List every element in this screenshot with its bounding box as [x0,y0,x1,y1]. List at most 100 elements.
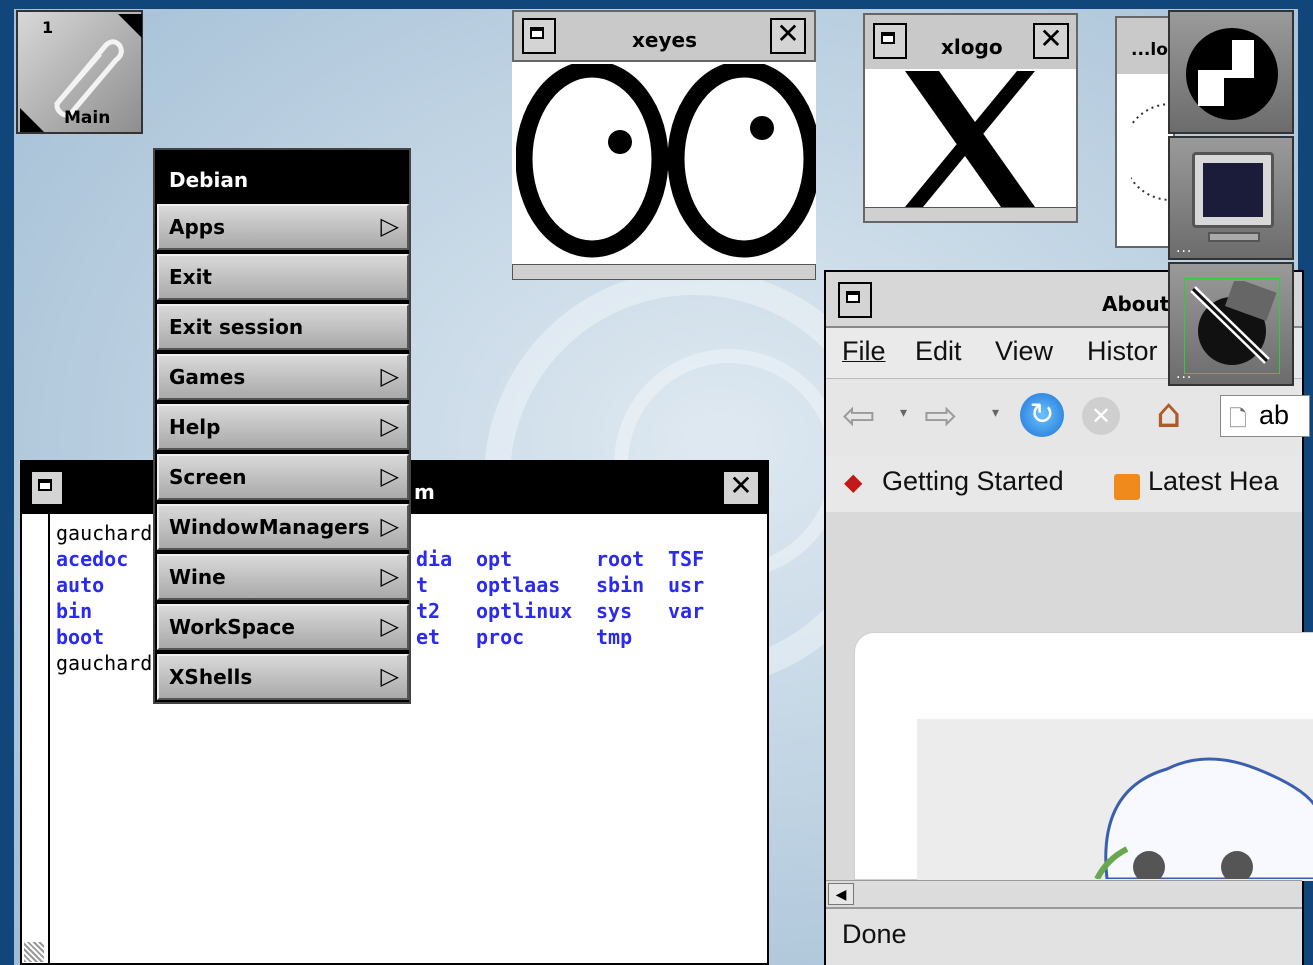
minimize-button[interactable] [873,23,907,59]
content-card [854,632,1313,881]
ls-entry: t2 [416,599,441,623]
horizontal-scrollbar[interactable]: ◀ [826,880,1302,907]
xeyes-window[interactable]: xeyes ✕ [512,10,816,280]
monitor-stand [1208,232,1260,242]
menu-item-workspace[interactable]: WorkSpace ▷ [157,604,409,650]
close-button[interactable]: ✕ [1033,23,1069,59]
ls-entry: sbin [596,573,645,597]
ls-entry: auto [56,573,105,597]
monitor-icon [1192,152,1274,228]
ls-entry: et [416,625,441,649]
menu-item-help[interactable]: Help ▷ [157,404,409,450]
menu-item-apps[interactable]: Apps ▷ [157,204,409,250]
xclock-titlebar[interactable]: ...lo [1117,18,1173,74]
menu-item-wine[interactable]: Wine ▷ [157,554,409,600]
debian-logo-icon [1186,28,1278,120]
menu-item-windowmanagers[interactable]: WindowManagers ▷ [157,504,409,550]
workspace-label: Main [64,108,111,128]
workspace-pager[interactable]: 1 Main [16,10,143,134]
window-icon [846,291,860,303]
ellipsis-icon: ... [1176,240,1193,256]
terminal-prompt: gauchard( [56,651,165,675]
menu-title: Debian [157,152,409,200]
menu-view[interactable]: View [995,336,1053,367]
scrollbar-thumb[interactable] [24,942,44,962]
reload-icon[interactable]: ↻ [1020,393,1064,437]
terminal-prompt: gauchard( [56,521,165,545]
forward-icon[interactable]: ⇨ [924,393,958,439]
xeyes-title: xeyes [632,28,697,52]
status-text: Done [842,919,907,949]
menu-item-label: Wine [169,565,226,589]
ls-entry: t [416,573,429,597]
resize-bar[interactable] [865,207,1076,221]
minimize-button[interactable] [838,282,872,318]
close-button[interactable]: ✕ [722,470,760,506]
corner-arrow-icon [20,108,44,132]
back-icon[interactable]: ⇦ [842,393,876,439]
tools-frame [1184,278,1280,374]
menu-edit[interactable]: Edit [915,336,962,367]
window-icon [530,27,544,39]
ls-entry: optlinux [476,599,573,623]
firefox-title: About [1102,292,1170,316]
terminal-scrollbar[interactable] [22,514,50,963]
xlogo-titlebar[interactable]: xlogo ✕ [865,15,1076,69]
firefox-navbar: ⇦ ▾ ⇨ ▾ ↻ ✕ ⌂ 🗋 ab [826,378,1310,458]
menu-item-label: Help [169,415,221,439]
ls-entry: acedoc [56,547,129,571]
rss-icon [1114,474,1140,500]
xlogo-title: xlogo [941,35,1003,59]
menu-item-games[interactable]: Games ▷ [157,354,409,400]
scroll-left-icon[interactable]: ◀ [828,883,854,905]
paperclip-icon [54,39,124,118]
menu-item-exit-session[interactable]: Exit session [157,304,409,350]
submenu-arrow-icon: ▷ [380,562,399,590]
ls-entry: root [596,547,645,571]
dock-tile-tools[interactable]: ... [1168,262,1294,386]
page-content [826,512,1313,881]
xclock-window[interactable]: ...lo [1115,16,1175,248]
close-button[interactable]: ✕ [770,18,806,54]
menu-item-screen[interactable]: Screen ▷ [157,454,409,500]
ellipsis-icon: ... [1176,366,1193,382]
dock-tile-monitor[interactable]: ... [1168,136,1294,260]
menu-history[interactable]: Histor [1087,336,1158,367]
ls-entry: boot [56,625,105,649]
menu-file[interactable]: File [842,336,886,367]
menu-item-exit[interactable]: Exit [157,254,409,300]
minimize-button[interactable] [30,470,64,506]
menu-item-label: Exit session [169,315,304,339]
eyes-drawing [516,64,816,258]
xeyes-titlebar[interactable]: xeyes ✕ [512,10,816,62]
dropdown-icon[interactable]: ▾ [992,405,999,421]
bookmark-latest-headlines[interactable]: Latest Hea [1148,466,1279,497]
xclock-title: ...lo [1131,40,1168,60]
clock-face [1131,103,1171,201]
menu-item-label: WorkSpace [169,615,295,639]
firefox-bookmark-icon: ◆ [844,469,863,496]
xlogo-window[interactable]: xlogo ✕ [863,13,1078,223]
dropdown-icon[interactable]: ▾ [900,405,907,421]
dock-tile-1[interactable] [1168,10,1294,134]
address-bar[interactable]: 🗋 ab [1220,395,1310,437]
resize-bar[interactable] [512,264,816,280]
ls-entry: dia [416,547,453,571]
bookmark-getting-started[interactable]: Getting Started [882,466,1064,497]
menu-item-label: Apps [169,215,226,239]
status-bar: Done [826,907,1302,965]
submenu-arrow-icon: ▷ [380,412,399,440]
stop-icon[interactable]: ✕ [1082,397,1120,435]
ls-entry: optlaas [476,573,561,597]
home-icon[interactable]: ⌂ [1156,391,1181,437]
minimize-button[interactable] [522,18,556,54]
page-icon: 🗋 [1229,407,1247,432]
menu-item-xshells[interactable]: XShells ▷ [157,654,409,700]
submenu-arrow-icon: ▷ [380,512,399,540]
ls-entry: opt [476,547,513,571]
ls-entry: sys [596,599,633,623]
submenu-arrow-icon: ▷ [380,612,399,640]
submenu-arrow-icon: ▷ [380,462,399,490]
window-icon [38,479,52,491]
bookmarks-toolbar: ◆ Getting Started Latest Hea [826,456,1302,513]
